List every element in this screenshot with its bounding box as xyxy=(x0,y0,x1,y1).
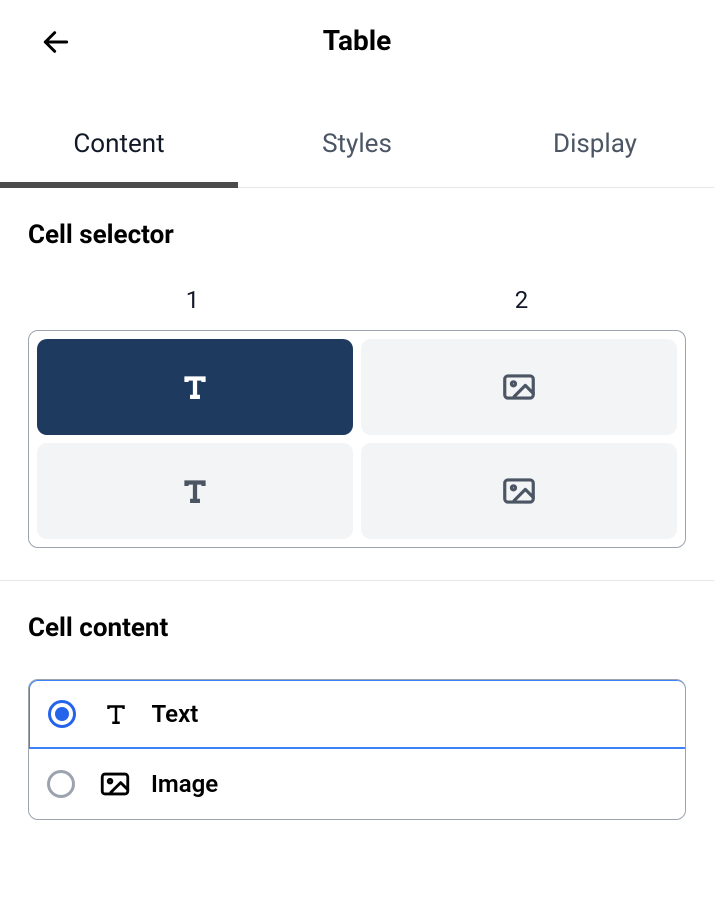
cell-1-2[interactable] xyxy=(361,339,677,435)
cell-selector-heading: Cell selector xyxy=(28,220,686,250)
cell-content-options: Text Image xyxy=(28,679,686,820)
option-text[interactable]: Text xyxy=(28,679,686,749)
cell-grid xyxy=(28,330,686,548)
option-image-label: Image xyxy=(151,770,218,798)
tab-content[interactable]: Content xyxy=(0,105,238,187)
option-text-label: Text xyxy=(152,700,199,728)
column-header-1: 1 xyxy=(28,286,357,314)
tab-display[interactable]: Display xyxy=(476,105,714,187)
text-icon xyxy=(178,474,212,508)
image-icon xyxy=(500,368,538,406)
option-image[interactable]: Image xyxy=(29,749,685,819)
column-header-2: 2 xyxy=(357,286,686,314)
text-icon xyxy=(98,699,134,729)
column-headers: 1 2 xyxy=(28,286,686,314)
cell-2-2[interactable] xyxy=(361,443,677,539)
cell-1-1[interactable] xyxy=(37,339,353,435)
arrow-left-icon xyxy=(40,26,72,58)
text-icon xyxy=(178,370,212,404)
radio-image[interactable] xyxy=(47,770,75,798)
radio-text[interactable] xyxy=(48,700,76,728)
cell-2-1[interactable] xyxy=(37,443,353,539)
page-title: Table xyxy=(32,24,682,57)
image-icon xyxy=(500,472,538,510)
cell-content-heading: Cell content xyxy=(28,613,686,643)
tab-styles[interactable]: Styles xyxy=(238,105,476,187)
tabs: Content Styles Display xyxy=(0,105,714,188)
back-button[interactable] xyxy=(40,26,72,58)
image-icon xyxy=(97,767,133,801)
